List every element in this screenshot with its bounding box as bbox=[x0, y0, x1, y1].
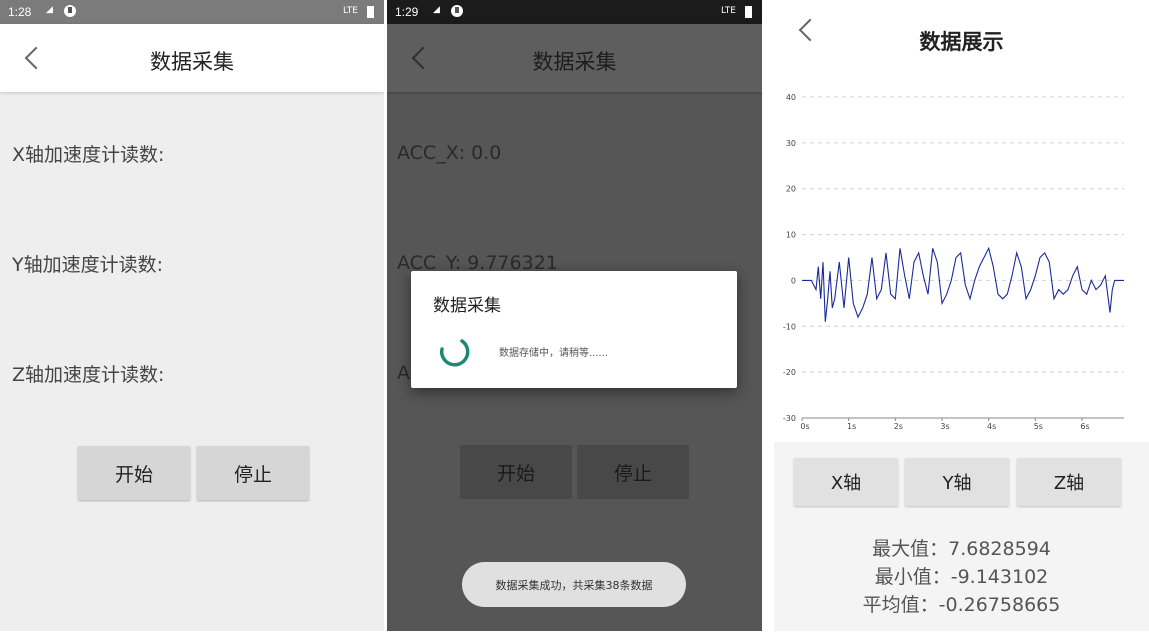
signal-icon: ◢ bbox=[433, 5, 440, 15]
app-bar: 数据展示 bbox=[774, 0, 1149, 72]
network-label: LTE bbox=[721, 6, 736, 16]
battery-icon bbox=[745, 6, 752, 18]
x-tick-label: 6s bbox=[1080, 422, 1089, 431]
x-tick-label: 2s bbox=[894, 422, 903, 431]
data-collection-saving-screen: 1:29 ◢ LTE 数据采集 ACC_X: 0.0 ACC_Y: 9.7763… bbox=[387, 0, 762, 631]
stop-button[interactable]: 停止 bbox=[197, 446, 309, 500]
y-tick-label: -20 bbox=[783, 368, 796, 377]
stop-button[interactable]: 停止 bbox=[577, 445, 689, 499]
dialog-message: 数据存储中，请稍等...... bbox=[499, 348, 609, 359]
sync-icon bbox=[64, 5, 76, 17]
x-tick-label: 0s bbox=[800, 422, 809, 431]
x-tick-label: 5s bbox=[1034, 422, 1043, 431]
x-axis-button[interactable]: X轴 bbox=[794, 458, 898, 506]
y-reading-label: Y轴加速度计读数: bbox=[12, 254, 164, 276]
sync-icon bbox=[451, 5, 463, 17]
page-title: 数据采集 bbox=[150, 50, 234, 74]
x-tick-label: 1s bbox=[847, 422, 856, 431]
loading-spinner-icon bbox=[439, 339, 470, 367]
toast-message: 数据采集成功，共采集38条数据 bbox=[462, 562, 686, 607]
y-tick-label: -10 bbox=[783, 322, 796, 331]
page-title: 数据展示 bbox=[919, 30, 1004, 54]
acc-z-reading: A bbox=[397, 362, 410, 384]
z-axis-button[interactable]: Z轴 bbox=[1017, 458, 1121, 506]
y-tick-label: 0 bbox=[791, 276, 796, 285]
x-tick-label: 4s bbox=[987, 422, 996, 431]
x-reading-label: X轴加速度计读数: bbox=[12, 144, 165, 166]
app-bar: 数据采集 bbox=[0, 24, 384, 92]
dialog-title: 数据采集 bbox=[433, 296, 501, 316]
avg-value: 平均值：-0.26758665 bbox=[862, 594, 1061, 616]
app-bar: 数据采集 bbox=[387, 24, 762, 92]
network-label: LTE bbox=[343, 6, 358, 16]
start-button[interactable]: 开始 bbox=[78, 446, 190, 500]
progress-dialog: 数据采集 数据存储中，请稍等...... bbox=[411, 271, 737, 388]
start-button[interactable]: 开始 bbox=[460, 445, 572, 499]
signal-icon: ◢ bbox=[46, 5, 53, 15]
y-tick-label: -30 bbox=[783, 414, 796, 423]
status-time: 1:28 bbox=[8, 5, 32, 19]
series-line bbox=[802, 246, 1124, 322]
x-tick-label: 3s bbox=[940, 422, 949, 431]
battery-icon bbox=[367, 6, 374, 18]
status-bar: 1:29 ◢ LTE bbox=[387, 0, 762, 24]
min-value: 最小值：-9.143102 bbox=[874, 566, 1049, 588]
status-bar: 1:28 ◢ LTE bbox=[0, 0, 384, 24]
y-tick-label: 40 bbox=[786, 93, 796, 102]
data-collection-screen: 1:28 ◢ LTE 数据采集 X轴加速度计读数: Y轴加速度计读数: Z轴加速… bbox=[0, 0, 384, 631]
page-title: 数据采集 bbox=[532, 50, 617, 74]
max-value: 最大值：7.6828594 bbox=[872, 538, 1051, 560]
status-time: 1:29 bbox=[395, 5, 419, 19]
y-tick-label: 30 bbox=[786, 139, 796, 148]
chart-panel: 40 30 20 10 0 -10 -20 -30 0s 1s 2s 3s 4s 5s 6s bbox=[774, 72, 1149, 442]
data-display-screen: 数据展示 40 30 20 10 0 -10 -20 -30 0s 1s 2s 3s 4s 5s 6s X轴… bbox=[774, 0, 1149, 631]
z-reading-label: Z轴加速度计读数: bbox=[12, 364, 165, 386]
y-tick-label: 20 bbox=[786, 185, 796, 194]
acc-x-reading: ACC_X: 0.0 bbox=[397, 142, 502, 164]
line-chart: 40 30 20 10 0 -10 -20 -30 0s 1s 2s 3s 4s 5s 6s bbox=[783, 93, 1124, 431]
y-axis-button[interactable]: Y轴 bbox=[905, 458, 1009, 506]
y-tick-label: 10 bbox=[786, 231, 796, 240]
